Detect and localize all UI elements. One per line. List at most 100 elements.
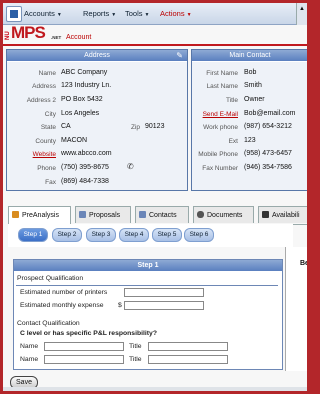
first-name-label: First Name (206, 70, 238, 77)
step-panel-title-text: Step 1 (137, 262, 159, 269)
horizontal-scrollbar[interactable] (3, 387, 307, 391)
tab-documents-label: Documents (207, 212, 243, 219)
step-2-button[interactable]: Step 2 (52, 228, 82, 242)
address-value: 123 Industry Ln. (61, 82, 112, 89)
first-name-value: Bob (244, 69, 257, 76)
tab-availability[interactable]: Availabili (258, 206, 307, 223)
tab-proposals-label: Proposals (89, 212, 121, 219)
menu-actions[interactable]: Actions ▼ (160, 9, 192, 18)
proposals-icon (79, 211, 86, 218)
city-value: Los Angeles (61, 110, 100, 117)
contact-title-label: Title (225, 97, 238, 104)
name-label: Name (38, 70, 56, 77)
address-panel: Address ✎ Name ABC Company Address 123 I… (6, 49, 188, 191)
tab-proposals[interactable]: Proposals (75, 206, 131, 223)
fax-value: (869) 484-7338 (61, 178, 109, 185)
app-menu-icon[interactable] (6, 6, 22, 22)
ext-value: 123 (244, 137, 256, 144)
menu-actions-label: Actions (160, 9, 185, 18)
breadcrumb[interactable]: Account (66, 34, 91, 41)
prospect-qualification-heading: Prospect Qualification (17, 275, 84, 282)
fax-number-value: (946) 354-7586 (244, 164, 292, 171)
menu-tools[interactable]: Tools ▼ (125, 9, 149, 18)
contact-title-input-1[interactable] (148, 342, 228, 351)
website-link[interactable]: Website (33, 151, 56, 158)
mobile-phone-value: (958) 473-6457 (244, 150, 292, 157)
main-contact-panel: Main Contact First Name Bob Last Name Sm… (191, 49, 307, 191)
menu-tools-label: Tools (125, 9, 143, 18)
p-and-l-question: C level or has specific P&L responsibili… (20, 330, 157, 337)
step-1-panel: Step 1 Prospect Qualification Estimated … (13, 259, 283, 370)
address2-value: PO Box 5432 (61, 96, 103, 103)
main-contact-title-text: Main Contact (229, 52, 271, 59)
phone-label: Phone (37, 165, 56, 172)
city-label: City (44, 111, 56, 118)
tab-contacts[interactable]: Contacts (135, 206, 189, 223)
side-panel-label: Be (300, 260, 307, 267)
tab-bar: PreAnalysis Proposals Contacts Documents… (8, 206, 307, 225)
step-4-button[interactable]: Step 4 (119, 228, 149, 242)
logo-name: MPS (11, 23, 46, 42)
expense-label: Estimated monthly expense (20, 302, 104, 309)
chevron-down-icon: ▼ (144, 12, 150, 18)
email-value: Bob@email.com (244, 110, 296, 117)
send-email-link[interactable]: Send E-Mail (203, 111, 238, 118)
contact-qualification-heading: Contact Qualification (17, 320, 80, 327)
menu-accounts-label: Accounts (24, 9, 55, 18)
contact-title-label-1: Title (129, 343, 142, 350)
contact-name-input-1[interactable] (44, 342, 124, 351)
tab-availability-label: Availabili (272, 212, 300, 219)
last-name-label: Last Name (206, 83, 238, 90)
phone-icon[interactable]: ✆ (127, 162, 134, 171)
header-divider (3, 44, 307, 46)
fax-label: Fax (45, 179, 56, 186)
main-contact-panel-body: First Name Bob Last Name Smith Title Own… (192, 62, 307, 190)
step-navigator: Step 1 Step 2 Step 3 Step 4 Step 5 Step … (8, 224, 293, 247)
documents-icon (197, 211, 204, 218)
menu-bar: Accounts ▼ Reports ▼ Tools ▼ Actions ▼ ▲ (3, 3, 307, 25)
address-panel-title-text: Address (84, 52, 110, 59)
ext-label: Ext (228, 138, 238, 145)
tab-documents[interactable]: Documents (193, 206, 254, 223)
contact-title-value: Owner (244, 96, 265, 103)
availability-icon (262, 211, 269, 218)
zip-value: 90123 (145, 123, 165, 130)
fax-number-label: Fax Number (202, 165, 238, 172)
chevron-down-icon: ▼ (186, 12, 192, 18)
contacts-icon (139, 211, 146, 218)
preanalysis-icon (12, 211, 19, 218)
county-value: MACON (61, 137, 88, 144)
side-panel-cutoff: Be (285, 247, 307, 371)
contact-name-label-2: Name (20, 356, 39, 363)
phone-value: (750) 395-8675 (61, 164, 109, 171)
step-3-button[interactable]: Step 3 (86, 228, 116, 242)
section-divider (16, 285, 278, 286)
tab-preanalysis-label: PreAnalysis (22, 212, 59, 219)
state-value: CA (61, 123, 71, 130)
menu-accounts[interactable]: Accounts ▼ (24, 9, 62, 18)
last-name-value: Smith (244, 82, 262, 89)
expense-input[interactable] (124, 301, 204, 310)
website-value: www.abcco.com (61, 150, 112, 157)
tab-preanalysis[interactable]: PreAnalysis (8, 206, 71, 224)
step-5-button[interactable]: Step 5 (152, 228, 182, 242)
printers-input[interactable] (124, 288, 204, 297)
menu-reports[interactable]: Reports ▼ (83, 9, 116, 18)
contact-title-input-2[interactable] (148, 355, 228, 364)
work-phone-label: Work phone (203, 124, 238, 131)
contact-name-input-2[interactable] (44, 355, 124, 364)
edit-icon[interactable]: ✎ (176, 51, 183, 60)
step-6-button[interactable]: Step 6 (184, 228, 214, 242)
menu-reports-label: Reports (83, 9, 110, 18)
address-panel-title: Address (7, 50, 187, 61)
printers-label: Estimated number of printers (20, 289, 108, 296)
address2-label: Address 2 (26, 97, 56, 104)
contact-title-label-2: Title (129, 356, 142, 363)
main-contact-panel-title: Main Contact (192, 50, 307, 61)
step-1-button[interactable]: Step 1 (18, 228, 48, 242)
address-panel-body: Name ABC Company Address 123 Industry Ln… (7, 62, 187, 190)
work-phone-value: (987) 654-3212 (244, 123, 292, 130)
scroll-up-button[interactable]: ▲ (296, 3, 307, 25)
zip-label: Zip (131, 124, 141, 131)
company-name-value: ABC Company (61, 69, 108, 76)
